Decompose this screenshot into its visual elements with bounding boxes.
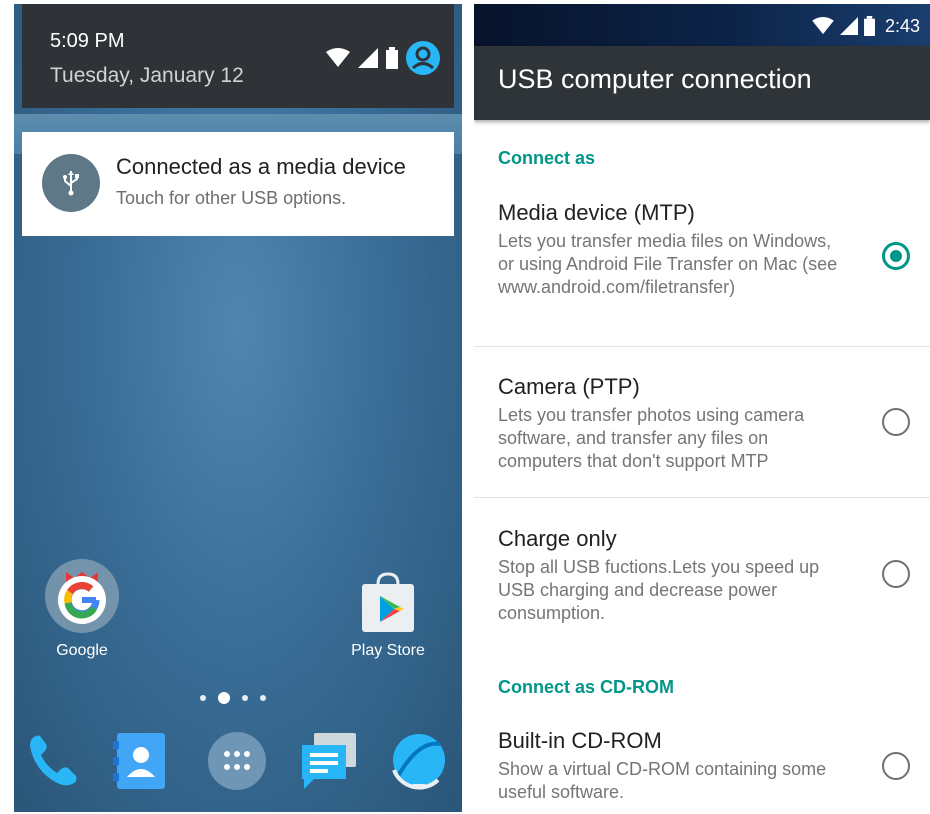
status-clock: 2:43	[884, 15, 920, 36]
status-icons	[326, 40, 440, 76]
page-dot	[260, 695, 266, 701]
contacts-icon	[113, 733, 165, 789]
battery-icon	[863, 16, 875, 36]
notification-title: Connected as a media device	[116, 154, 406, 179]
usb-notification[interactable]: Connected as a media device Touch for ot…	[22, 132, 454, 236]
option-title: Built-in CD-ROM	[498, 728, 662, 753]
status-bar: 2:43	[474, 4, 930, 46]
app-google[interactable]: Google	[42, 558, 122, 660]
page-title: USB computer connection	[498, 64, 812, 94]
browser-icon	[392, 734, 445, 790]
phone-icon	[30, 735, 77, 786]
dock-phone[interactable]	[20, 728, 86, 794]
app-bar: USB computer connection	[474, 46, 930, 120]
option-camera[interactable]: Camera (PTP) Lets you transfer photos us…	[474, 374, 930, 494]
dock-browser[interactable]	[386, 728, 452, 794]
divider	[474, 346, 930, 347]
option-media-device[interactable]: Media device (MTP) Lets you transfer med…	[474, 200, 930, 344]
notification-shade-header: 5:09 PM Tuesday, January 12	[22, 4, 454, 108]
app-label: Play Store	[351, 642, 425, 659]
option-title: Media device (MTP)	[498, 200, 695, 225]
page-dot-active	[218, 692, 230, 704]
option-title: Camera (PTP)	[498, 374, 640, 399]
play-store-icon	[362, 572, 414, 632]
wifi-icon	[326, 48, 350, 67]
usb-icon	[63, 171, 79, 196]
signal-icon	[358, 48, 378, 68]
page-dot	[242, 695, 248, 701]
section-header-connect-as: Connect as	[498, 148, 596, 168]
google-icon	[45, 559, 119, 633]
option-title: Charge only	[498, 526, 617, 551]
dock-messaging[interactable]	[296, 728, 362, 794]
app-label: Google	[56, 642, 108, 659]
option-description: Show a virtual CD-ROM containing some us…	[498, 759, 827, 802]
signal-icon	[839, 17, 858, 35]
page-dot	[200, 695, 206, 701]
option-description: Lets you transfer media files on Windows…	[498, 231, 838, 297]
dock-contacts[interactable]	[108, 728, 174, 794]
radio-media-device[interactable]	[882, 242, 910, 270]
dock	[14, 720, 462, 812]
date: Tuesday, January 12	[50, 64, 244, 87]
option-charge-only[interactable]: Charge only Stop all USB fuctions.Lets y…	[474, 526, 930, 646]
radio-charge-only[interactable]	[882, 560, 910, 588]
account-icon[interactable]	[406, 41, 440, 75]
dock-app-drawer[interactable]	[204, 728, 270, 794]
app-drawer-icon	[208, 732, 266, 790]
notification-subtitle: Touch for other USB options.	[116, 188, 347, 208]
clock: 5:09 PM	[50, 30, 125, 52]
divider	[474, 497, 930, 498]
status-icons: 2:43	[812, 12, 920, 40]
app-play-store[interactable]: Play Store	[348, 572, 428, 660]
usb-badge	[42, 154, 100, 212]
option-description: Lets you transfer photos using camera so…	[498, 405, 805, 471]
wifi-icon	[812, 17, 834, 35]
usb-settings-screen: 2:43 USB computer connection Connect as …	[474, 4, 930, 812]
radio-camera[interactable]	[882, 408, 910, 436]
section-header-cdrom: Connect as CD-ROM	[498, 677, 675, 697]
home-screen: 5:09 PM Tuesday, January 12 Connected as…	[14, 4, 462, 812]
option-built-in-cdrom[interactable]: Built-in CD-ROM Show a virtual CD-ROM co…	[474, 728, 930, 812]
radio-built-in-cdrom[interactable]	[882, 752, 910, 780]
messaging-icon	[302, 733, 356, 789]
battery-icon	[386, 47, 398, 69]
option-description: Stop all USB fuctions.Lets you speed up …	[498, 557, 820, 623]
page-indicator	[200, 692, 266, 704]
